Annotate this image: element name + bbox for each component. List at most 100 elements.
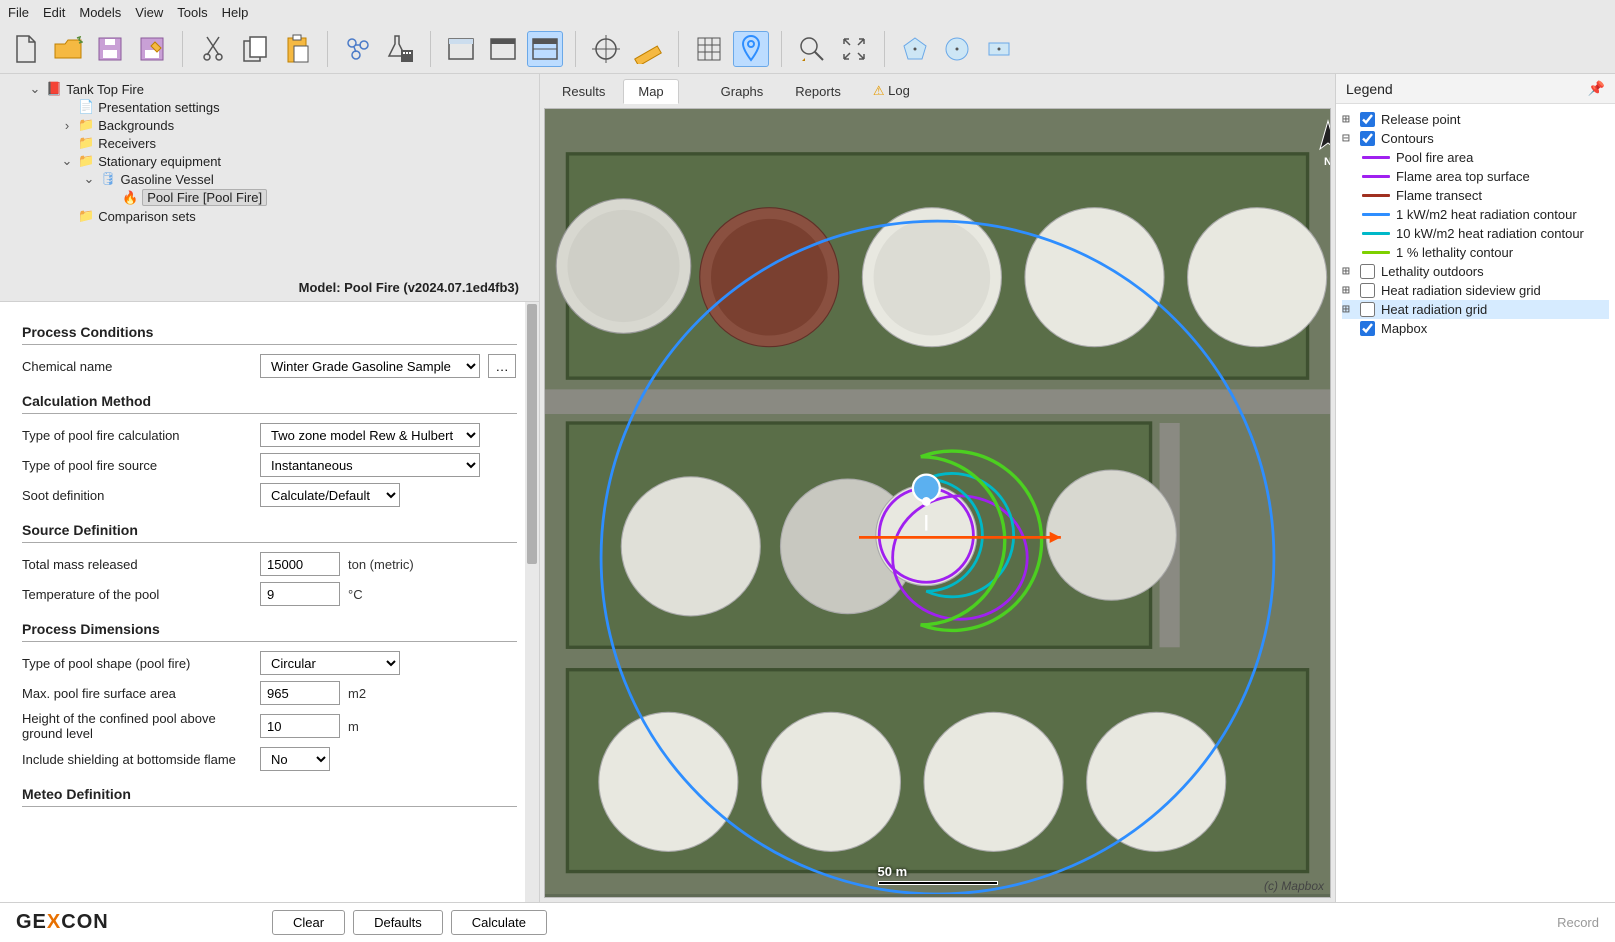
swatch-icon	[1362, 251, 1390, 254]
lg-lethality[interactable]: Lethality outdoors	[1381, 264, 1484, 279]
browse-chemical-button[interactable]: …	[488, 354, 516, 378]
select-chemical[interactable]: Winter Grade Gasoline Sample	[260, 354, 480, 378]
swatch-icon	[1362, 156, 1390, 159]
lg-item[interactable]: Flame area top surface	[1396, 169, 1530, 184]
section-meteo: Meteo Definition	[22, 774, 517, 807]
pin-panel-icon[interactable]: 📌	[1588, 80, 1605, 97]
window2-icon[interactable]	[485, 31, 521, 67]
label-pool-calc: Type of pool fire calculation	[22, 428, 252, 443]
menu-tools[interactable]: Tools	[177, 5, 207, 20]
molecule-icon[interactable]	[340, 31, 376, 67]
legend-title: Legend	[1346, 81, 1393, 97]
menu-edit[interactable]: Edit	[43, 5, 65, 20]
open-folder-icon[interactable]	[50, 31, 86, 67]
label-pool-shape: Type of pool shape (pool fire)	[22, 656, 252, 671]
pentagon-icon[interactable]	[897, 31, 933, 67]
brand-logo: GEXCON	[16, 911, 216, 934]
unit-pool-height: m	[348, 719, 359, 734]
tree-root[interactable]: Tank Top Fire	[66, 82, 144, 97]
lg-item[interactable]: Flame transect	[1396, 188, 1482, 203]
menu-view[interactable]: View	[135, 5, 163, 20]
left-panel: ⌄📕Tank Top Fire 📄Presentation settings ›…	[0, 74, 540, 902]
tree-item-selected[interactable]: Pool Fire [Pool Fire]	[142, 189, 267, 206]
chk-sideview[interactable]	[1360, 283, 1375, 298]
svg-text:N: N	[1324, 156, 1331, 168]
input-total-mass[interactable]	[260, 552, 340, 576]
menu-models[interactable]: Models	[79, 5, 121, 20]
tab-log[interactable]: ⚠ Log	[859, 79, 924, 103]
tab-bar: Results Map Graphs Reports ⚠ Log	[540, 74, 1335, 104]
properties-panel: Process Conditions Chemical name Winter …	[0, 301, 539, 902]
tab-graphs[interactable]: Graphs	[707, 80, 778, 103]
copy-icon[interactable]	[237, 31, 273, 67]
tree-item[interactable]: Receivers	[98, 136, 156, 151]
paste-icon[interactable]	[279, 31, 315, 67]
map-view[interactable]: N 50 m (c) Mapbox	[544, 108, 1331, 898]
select-shielding[interactable]: No	[260, 747, 330, 771]
fire-icon: 🔥	[122, 190, 138, 206]
chk-contours[interactable]	[1360, 131, 1375, 146]
menu-help[interactable]: Help	[222, 5, 249, 20]
ruler-icon[interactable]	[630, 31, 666, 67]
input-max-area[interactable]	[260, 681, 340, 705]
tree-item[interactable]: Backgrounds	[98, 118, 174, 133]
model-header: Model: Pool Fire (v2024.07.1ed4fb3)	[0, 274, 539, 301]
new-file-icon[interactable]	[8, 31, 44, 67]
unit-total-mass: ton (metric)	[348, 557, 414, 572]
target-icon[interactable]	[588, 31, 624, 67]
window3-icon[interactable]	[527, 31, 563, 67]
select-soot[interactable]: Calculate/Default	[260, 483, 400, 507]
lg-sideview[interactable]: Heat radiation sideview grid	[1381, 283, 1541, 298]
tab-reports[interactable]: Reports	[781, 80, 855, 103]
swatch-icon	[1362, 232, 1390, 235]
label-pool-temp: Temperature of the pool	[22, 587, 252, 602]
unit-max-area: m2	[348, 686, 366, 701]
save-icon[interactable]	[92, 31, 128, 67]
lg-contours[interactable]: Contours	[1381, 131, 1434, 146]
flask-calc-icon[interactable]	[382, 31, 418, 67]
expand-icon[interactable]	[836, 31, 872, 67]
defaults-button[interactable]: Defaults	[353, 910, 443, 935]
cut-icon[interactable]	[195, 31, 231, 67]
tree-item[interactable]: Stationary equipment	[98, 154, 221, 169]
lg-item[interactable]: 1 kW/m2 heat radiation contour	[1396, 207, 1577, 222]
chk-release-point[interactable]	[1360, 112, 1375, 127]
tree-item[interactable]: Presentation settings	[98, 100, 219, 115]
menu-file[interactable]: File	[8, 5, 29, 20]
map-attribution: (c) Mapbox	[1264, 879, 1324, 893]
square-dot-icon[interactable]	[981, 31, 1017, 67]
vessel-icon: 🛢	[100, 171, 117, 187]
folder-icon: 📕	[46, 81, 62, 97]
save-edit-icon[interactable]	[134, 31, 170, 67]
zoom-icon[interactable]	[794, 31, 830, 67]
lg-item[interactable]: 1 % lethality contour	[1396, 245, 1513, 260]
lg-heatgrid[interactable]: Heat radiation grid	[1381, 302, 1487, 317]
circle-dot-icon[interactable]	[939, 31, 975, 67]
select-pool-source[interactable]: Instantaneous	[260, 453, 480, 477]
tree-item[interactable]: Comparison sets	[98, 209, 196, 224]
lg-item[interactable]: 10 kW/m2 heat radiation contour	[1396, 226, 1584, 241]
grid-icon[interactable]	[691, 31, 727, 67]
tree-item[interactable]: Gasoline Vessel	[121, 172, 214, 187]
tab-map[interactable]: Map	[623, 79, 678, 104]
input-pool-height[interactable]	[260, 714, 340, 738]
lg-item[interactable]: Pool fire area	[1396, 150, 1473, 165]
section-process-conditions: Process Conditions	[22, 312, 517, 345]
calculate-button[interactable]: Calculate	[451, 910, 547, 935]
unit-pool-temp: °C	[348, 587, 363, 602]
lg-release-point[interactable]: Release point	[1381, 112, 1461, 127]
window1-icon[interactable]	[443, 31, 479, 67]
chk-mapbox[interactable]	[1360, 321, 1375, 336]
lg-mapbox[interactable]: Mapbox	[1381, 321, 1427, 336]
select-pool-shape[interactable]: Circular	[260, 651, 400, 675]
project-tree[interactable]: ⌄📕Tank Top Fire 📄Presentation settings ›…	[0, 74, 539, 274]
select-pool-calc[interactable]: Two zone model Rew & Hulbert	[260, 423, 480, 447]
pin-icon[interactable]	[733, 31, 769, 67]
input-pool-temp[interactable]	[260, 582, 340, 606]
scrollbar[interactable]	[525, 302, 539, 902]
swatch-icon	[1362, 213, 1390, 216]
tab-results[interactable]: Results	[548, 80, 619, 103]
chk-heatgrid[interactable]	[1360, 302, 1375, 317]
chk-lethality[interactable]	[1360, 264, 1375, 279]
clear-button[interactable]: Clear	[272, 910, 345, 935]
